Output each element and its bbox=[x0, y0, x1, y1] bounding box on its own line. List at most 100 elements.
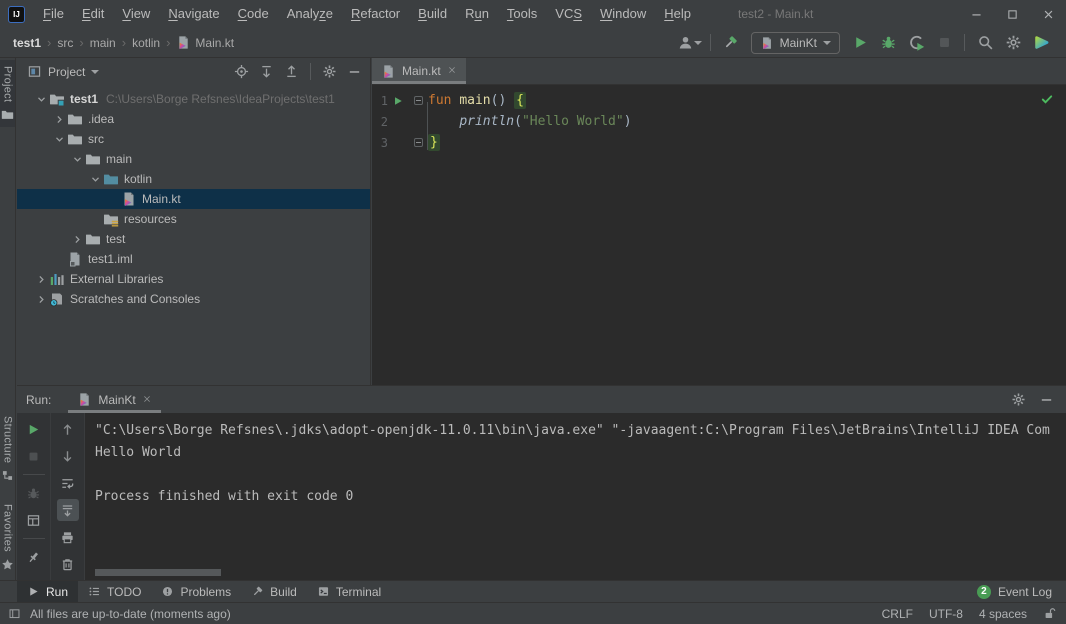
restore-layout-button[interactable] bbox=[23, 509, 45, 531]
toolwindow-switcher-icon[interactable] bbox=[8, 607, 21, 620]
menu-item-code[interactable]: Code bbox=[229, 0, 278, 28]
chevron-right-icon[interactable] bbox=[51, 111, 67, 127]
run-tab-mainkt[interactable]: MainKt bbox=[68, 386, 160, 413]
menu-item-view[interactable]: View bbox=[113, 0, 159, 28]
tree-item-test1-iml[interactable]: test1.iml bbox=[17, 249, 370, 269]
project-view-title[interactable]: Project bbox=[48, 65, 85, 79]
menu-item-edit[interactable]: Edit bbox=[73, 0, 113, 28]
breadcrumb-chevron-icon: › bbox=[76, 35, 86, 50]
collapse-all-button[interactable] bbox=[280, 61, 303, 83]
close-window-button[interactable] bbox=[1030, 0, 1066, 28]
fold-marker[interactable] bbox=[408, 96, 428, 105]
chevron-down-icon[interactable] bbox=[33, 91, 49, 107]
tool-window-button-problems[interactable]: Problems bbox=[151, 581, 241, 602]
search-everywhere-button[interactable] bbox=[972, 31, 998, 55]
soft-wrap-icon bbox=[60, 476, 75, 491]
code-with-me-button[interactable] bbox=[1028, 31, 1054, 55]
breadcrumb-item-main-kt[interactable]: Main.kt bbox=[173, 35, 237, 50]
tree-item-src[interactable]: src bbox=[17, 129, 370, 149]
run-settings-button[interactable] bbox=[1006, 389, 1030, 411]
hide-run-window-button[interactable] bbox=[1034, 389, 1058, 411]
menu-item-window[interactable]: Window bbox=[591, 0, 655, 28]
tree-item--idea[interactable]: .idea bbox=[17, 109, 370, 129]
editor-tab-main-kt[interactable]: Main.kt bbox=[372, 58, 466, 84]
hide-tool-window-button[interactable] bbox=[343, 61, 366, 83]
run-with-profiler-button[interactable] bbox=[903, 31, 929, 55]
tool-window-button-label: TODO bbox=[107, 585, 141, 599]
view-options-button[interactable] bbox=[318, 61, 341, 83]
print-button[interactable] bbox=[57, 526, 79, 548]
menu-item-navigate[interactable]: Navigate bbox=[159, 0, 228, 28]
tree-item-main-kt[interactable]: Main.kt bbox=[17, 189, 370, 209]
run-button[interactable] bbox=[847, 31, 873, 55]
stop-process-button[interactable] bbox=[23, 445, 45, 467]
fold-marker[interactable] bbox=[408, 138, 428, 147]
clear-all-button[interactable] bbox=[57, 553, 79, 575]
tree-item-kotlin[interactable]: kotlin bbox=[17, 169, 370, 189]
select-opened-file-button[interactable] bbox=[230, 61, 253, 83]
chevron-right-icon[interactable] bbox=[33, 271, 49, 287]
up-stacktrace-button[interactable] bbox=[57, 418, 79, 440]
status-item-utf-8[interactable]: UTF-8 bbox=[929, 607, 963, 621]
status-item-4-spaces[interactable]: 4 spaces bbox=[979, 607, 1027, 621]
stripe-button-project[interactable]: Project bbox=[0, 60, 15, 127]
tree-item-test[interactable]: test bbox=[17, 229, 370, 249]
tool-window-button-todo[interactable]: TODO bbox=[78, 581, 151, 602]
event-log-button[interactable]: 2Event Log bbox=[977, 585, 1066, 599]
tool-window-button-build[interactable]: Build bbox=[241, 581, 307, 602]
tree-item-resources[interactable]: resources bbox=[17, 209, 370, 229]
run-configuration-select[interactable]: MainKt bbox=[751, 32, 840, 54]
stripe-button-structure[interactable]: Structure bbox=[0, 410, 15, 488]
user-menu-button[interactable] bbox=[677, 31, 703, 55]
status-item-crlf[interactable]: CRLF bbox=[882, 607, 913, 621]
breadcrumb-item-main[interactable]: main bbox=[87, 36, 119, 50]
pin-tab-button[interactable] bbox=[23, 546, 45, 568]
close-run-tab-button[interactable] bbox=[142, 393, 152, 407]
code-token: { bbox=[514, 92, 526, 109]
close-tab-button[interactable] bbox=[447, 64, 457, 78]
stripe-label: Favorites bbox=[2, 504, 14, 552]
breadcrumb-chevron-icon: › bbox=[163, 35, 173, 50]
run-console[interactable]: "C:\Users\Borge Refsnes\.jdks\adopt-open… bbox=[85, 413, 1066, 580]
breadcrumb-item-test1[interactable]: test1 bbox=[10, 36, 44, 50]
breadcrumb-item-src[interactable]: src bbox=[54, 36, 76, 50]
code-editor[interactable]: 1fun main() {2 println("Hello World")3} bbox=[372, 85, 1066, 153]
breadcrumb-item-kotlin[interactable]: kotlin bbox=[129, 36, 163, 50]
chevron-right-icon[interactable] bbox=[33, 291, 49, 307]
debug-button[interactable] bbox=[875, 31, 901, 55]
menu-item-refactor[interactable]: Refactor bbox=[342, 0, 409, 28]
menu-item-build[interactable]: Build bbox=[409, 0, 456, 28]
stripe-button-favorites[interactable]: Favorites bbox=[0, 498, 15, 577]
down-stacktrace-button[interactable] bbox=[57, 445, 79, 467]
chevron-right-icon[interactable] bbox=[69, 231, 85, 247]
soft-wrap-button[interactable] bbox=[57, 472, 79, 494]
expand-all-button[interactable] bbox=[255, 61, 278, 83]
chevron-down-icon[interactable] bbox=[87, 171, 103, 187]
console-horizontal-scrollbar[interactable] bbox=[95, 569, 221, 576]
maximize-window-button[interactable] bbox=[994, 0, 1030, 28]
menu-item-help[interactable]: Help bbox=[655, 0, 700, 28]
inspections-ok-icon[interactable] bbox=[1040, 92, 1054, 106]
scroll-to-end-button[interactable] bbox=[57, 499, 79, 521]
rerun-button[interactable] bbox=[23, 418, 45, 440]
tool-window-button-terminal[interactable]: Terminal bbox=[307, 581, 391, 602]
tree-item-scratches-and-consoles[interactable]: Scratches and Consoles bbox=[17, 289, 370, 309]
tool-window-button-run[interactable]: Run bbox=[17, 581, 78, 602]
minimize-window-button[interactable] bbox=[958, 0, 994, 28]
menu-item-analyze[interactable]: Analyze bbox=[278, 0, 342, 28]
stop-button[interactable] bbox=[931, 31, 957, 55]
tree-item-test1[interactable]: test1C:\Users\Borge Refsnes\IdeaProjects… bbox=[17, 89, 370, 109]
menu-item-file[interactable]: File bbox=[34, 0, 73, 28]
chevron-down-icon[interactable] bbox=[69, 151, 85, 167]
menu-item-run[interactable]: Run bbox=[456, 0, 498, 28]
chevron-down-icon[interactable] bbox=[51, 131, 67, 147]
menu-item-vcs[interactable]: VCS bbox=[546, 0, 591, 28]
tree-item-external-libraries[interactable]: External Libraries bbox=[17, 269, 370, 289]
tree-item-main[interactable]: main bbox=[17, 149, 370, 169]
menu-item-tools[interactable]: Tools bbox=[498, 0, 546, 28]
attach-debugger-button[interactable] bbox=[23, 482, 45, 504]
code-token: ) bbox=[624, 114, 632, 129]
settings-button[interactable] bbox=[1000, 31, 1026, 55]
run-line-icon[interactable] bbox=[388, 95, 408, 107]
build-project-button[interactable] bbox=[718, 31, 744, 55]
